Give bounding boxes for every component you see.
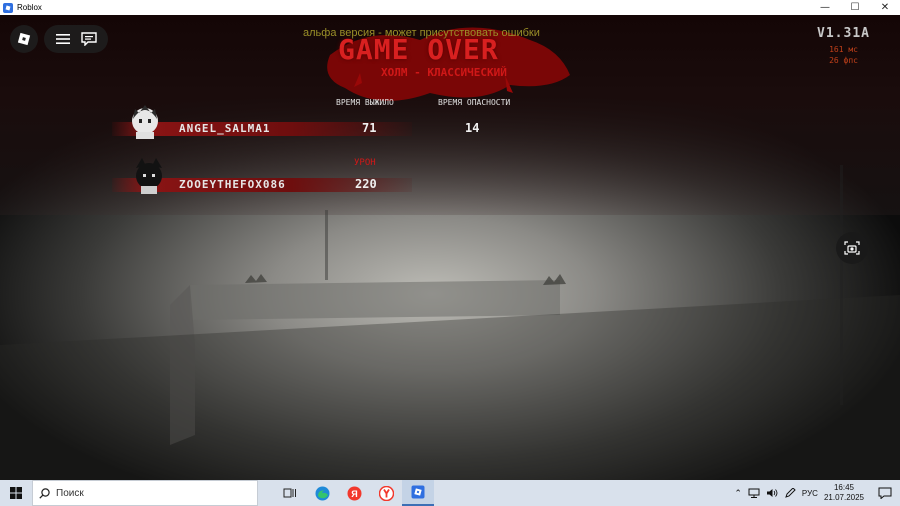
window-title: Roblox	[17, 3, 42, 12]
edge-icon	[315, 486, 329, 500]
yandex-app-button[interactable]: Я	[338, 480, 370, 506]
roblox-app-icon	[411, 485, 425, 499]
svg-text:Я: Я	[351, 489, 357, 499]
player-damage: 220	[355, 177, 377, 191]
version-label: V1.31A	[817, 26, 870, 41]
yandex-browser-icon	[378, 485, 394, 501]
system-tray: ⌃ РУС 16:45 21.07.2025	[734, 480, 900, 506]
bush-silhouette	[245, 274, 267, 283]
window-titlebar: Roblox — ☐ ✕	[0, 0, 900, 15]
roblox-taskbar-button[interactable]	[402, 480, 434, 506]
bush-silhouette-2	[543, 274, 566, 285]
task-view-button[interactable]	[274, 480, 306, 506]
roblox-menu-button[interactable]	[10, 25, 38, 53]
notification-icon[interactable]	[878, 487, 892, 499]
search-icon	[39, 487, 50, 499]
start-button[interactable]	[0, 480, 32, 506]
roblox-logo-icon	[17, 32, 31, 46]
player-avatar	[132, 105, 158, 139]
roblox-app-icon	[3, 2, 13, 13]
danger-column-header: ВРЕМЯ ОПАСНОСТИ	[438, 98, 511, 107]
chevron-up-icon[interactable]: ⌃	[734, 488, 742, 499]
player-name: ZOOEYTHEFOX086	[179, 178, 286, 191]
player-survived-time: 71	[362, 121, 377, 135]
player-avatar	[136, 158, 162, 194]
damage-label: УРОН	[354, 158, 376, 168]
volume-icon[interactable]	[766, 488, 778, 498]
tree-silhouette	[325, 210, 328, 280]
windows-logo-icon	[10, 487, 22, 499]
camera-icon	[844, 241, 860, 255]
network-icon[interactable]	[748, 488, 760, 498]
roblox-topbar-group	[44, 25, 108, 53]
edge-browser-button[interactable]	[306, 480, 338, 506]
game-over-title: GAME OVER	[338, 33, 499, 66]
clock-date: 21.07.2025	[823, 493, 864, 502]
search-placeholder: Поиск	[56, 487, 84, 499]
pen-icon[interactable]	[784, 488, 796, 498]
pole-silhouette	[840, 165, 843, 405]
taskbar-search[interactable]: Поиск	[32, 480, 258, 506]
survived-column-header: ВРЕМЯ ВЫЖИЛО	[336, 98, 394, 107]
maximize-button[interactable]: ☐	[840, 0, 870, 15]
language-indicator[interactable]: РУС	[802, 489, 818, 498]
yandex-browser-button[interactable]	[370, 480, 402, 506]
game-scene	[0, 27, 900, 480]
player-danger-time: 14	[465, 121, 480, 135]
yandex-icon: Я	[347, 486, 361, 500]
clock[interactable]: 16:45 21.07.2025	[824, 483, 864, 503]
distant-building	[190, 280, 560, 320]
game-viewport[interactable]: альфа версия - может присутствовать ошиб…	[0, 15, 900, 480]
chat-icon[interactable]	[80, 32, 97, 46]
ping-label: 161 мс	[829, 45, 858, 54]
windows-taskbar: Поиск Я ⌃ РУС 16:45 21.07.2025	[0, 480, 900, 506]
screenshot-button[interactable]	[836, 232, 868, 264]
minimize-button[interactable]: —	[810, 0, 840, 15]
map-name: ХОЛМ - КЛАССИЧЕСКИЙ	[381, 66, 507, 79]
fps-label: 26 фпс	[829, 56, 858, 65]
window-controls: — ☐ ✕	[810, 0, 900, 15]
task-view-icon	[283, 488, 296, 498]
close-button[interactable]: ✕	[870, 0, 900, 15]
clock-time: 16:45	[833, 483, 854, 492]
ground-plane	[0, 295, 900, 480]
player-name: ANGEL_SALMA1	[179, 122, 271, 135]
hamburger-menu-icon[interactable]	[55, 33, 70, 45]
